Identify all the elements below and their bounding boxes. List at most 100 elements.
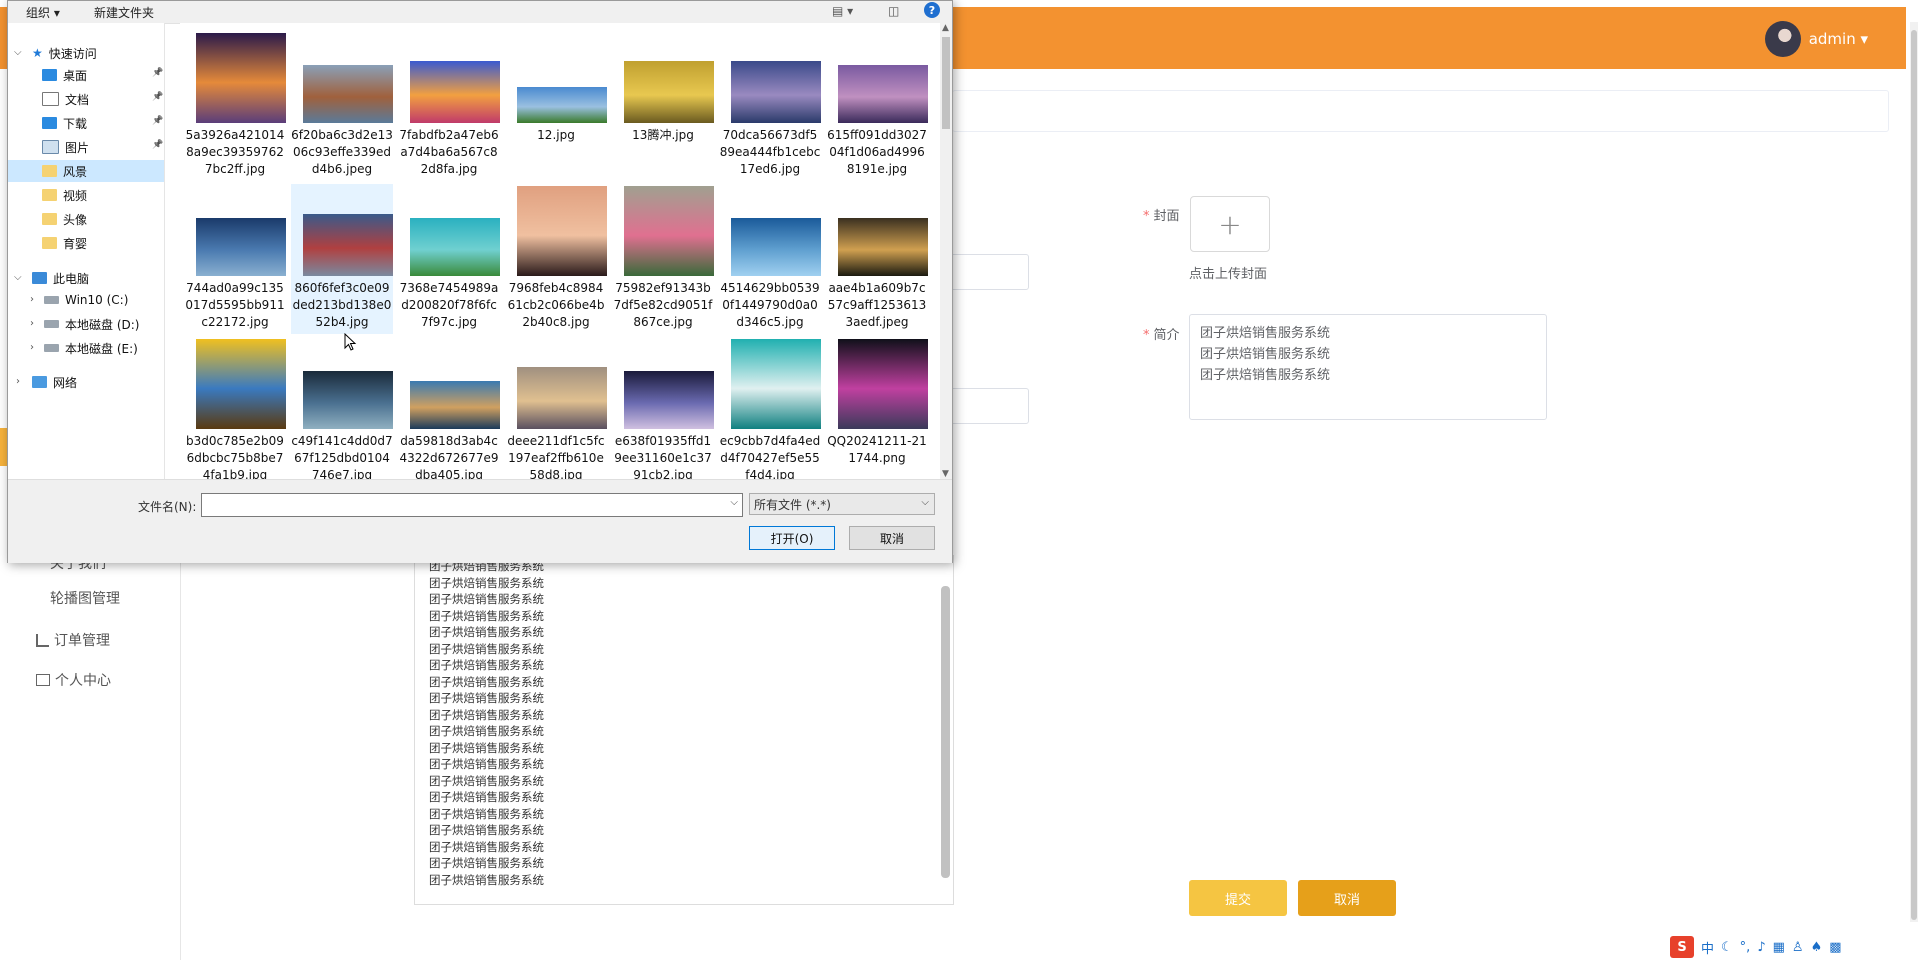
keyboard-icon[interactable]: ▦ [1773, 940, 1785, 955]
folder-icon [42, 213, 57, 225]
punct-icon[interactable]: °, [1740, 940, 1751, 955]
file-item[interactable]: 744ad0a99c135017d5595bb911c22172.jpg [184, 184, 286, 334]
chevron-down-icon[interactable]: ⌵ [14, 272, 22, 283]
file-item[interactable]: 12.jpg [505, 31, 607, 181]
mic-icon[interactable]: ♪ [1757, 940, 1765, 955]
file-item[interactable]: 615ff091dd302704f1d06ad49968191e.jpg [826, 31, 928, 181]
sogou-icon[interactable]: S [1670, 936, 1694, 958]
nav-item[interactable]: 头像 [8, 208, 164, 230]
file-item[interactable]: 6f20ba6c3d2e1306c93effe339edd4b6.jpeg [291, 31, 393, 181]
organize-menu[interactable]: 组织 ▾ [26, 4, 60, 21]
new-folder-button[interactable]: 新建文件夹 [94, 4, 154, 21]
submit-button[interactable]: 提交 [1189, 880, 1287, 916]
editor-scrollbar[interactable] [941, 586, 950, 878]
chevron-down-icon[interactable]: ⌵ [730, 497, 738, 508]
file-name: e638f01935ffd19ee31160e1c3791cb2.jpg [614, 434, 712, 479]
scrollbar-thumb[interactable] [942, 37, 950, 129]
file-item[interactable]: 70dca56673df589ea444fb1cebc17ed6.jpg [719, 31, 821, 181]
cancel-button[interactable]: 取消 [1298, 880, 1396, 916]
nav-drive[interactable]: 本地磁盘 (E:) [44, 337, 138, 359]
file-item[interactable]: 860f6fef3c0e09ded213bd138e052b4.jpg [291, 184, 393, 334]
file-item[interactable]: 7fabdfb2a47eb6a7d4ba6a567c82d8fa.jpg [398, 31, 500, 181]
nav-item[interactable]: 文档 [8, 88, 164, 110]
image-thumbnail [410, 61, 500, 123]
nav-item[interactable]: 图片 [8, 136, 164, 158]
pin-icon[interactable]: 📌 [152, 116, 163, 126]
nav-item[interactable]: 桌面 [8, 64, 164, 86]
scrollbar-thumb[interactable] [1911, 30, 1917, 920]
pin-icon[interactable]: 📌 [152, 68, 163, 78]
file-item[interactable]: 7368e7454989ad200820f78f6fc7f97c.jpg [398, 184, 500, 334]
preview-pane-icon[interactable]: ◫ [888, 4, 899, 18]
nav-network[interactable]: 网络 [32, 371, 77, 393]
chevron-down-icon[interactable]: ⌵ [14, 47, 22, 58]
drive-icon [44, 320, 59, 328]
file-open-dialog: 组织 ▾ 新建文件夹 ▤ ▾ ◫ ? ⌵ ★ 快速访问 桌面 📌 文档 📌 下载 📌 图片 📌 风… [7, 0, 953, 563]
moon-icon[interactable]: ☾ [1721, 940, 1733, 955]
file-item[interactable]: da59818d3ab4c4322d672677e9dba405.jpg [398, 337, 500, 479]
chevron-right-icon[interactable]: › [30, 294, 34, 305]
nav-item[interactable]: 下载 [8, 112, 164, 134]
chevron-right-icon[interactable]: › [16, 376, 20, 387]
file-name: 4514629bb05390f1449790d0a0d346c5.jpg [720, 281, 820, 329]
grid-icon[interactable]: ▩ [1829, 940, 1841, 955]
nav-quick-access[interactable]: ★ 快速访问 [32, 42, 97, 64]
filetype-select[interactable]: 所有文件 (*.*) ⌵ [749, 493, 935, 515]
shirt-icon[interactable]: ♠ [1811, 940, 1823, 955]
scroll-down-icon[interactable]: ▼ [942, 469, 949, 479]
cover-upload-button[interactable]: + [1190, 196, 1270, 252]
file-list-scrollbar[interactable]: ▲ ▼ [940, 23, 952, 479]
file-item[interactable]: 13腾冲.jpg [612, 31, 714, 181]
nav-this-pc[interactable]: 此电脑 [32, 267, 89, 289]
file-item[interactable]: e638f01935ffd19ee31160e1c3791cb2.jpg [612, 337, 714, 479]
file-item[interactable]: 4514629bb05390f1449790d0a0d346c5.jpg [719, 184, 821, 334]
chevron-right-icon[interactable]: › [30, 342, 34, 353]
nav-item-label: 风景 [63, 164, 88, 179]
ime-mode-icon[interactable]: 中 [1701, 938, 1714, 957]
nav-drive-label: 本地磁盘 (E:) [65, 341, 138, 356]
editor-line: 团子烘焙销售服务系统 [429, 592, 544, 606]
folder-icon [42, 237, 57, 249]
file-item[interactable]: b3d0c785e2b096dbcbc75b8be74fa1b9.jpg [184, 337, 286, 479]
image-thumbnail [624, 186, 714, 276]
file-name: 615ff091dd302704f1d06ad49968191e.jpg [827, 128, 927, 176]
pin-icon[interactable]: 📌 [152, 140, 163, 150]
user-menu[interactable]: admin ▾ [1764, 20, 1868, 58]
file-item[interactable]: aae4b1a609b7c57c9aff12536133aedf.jpeg [826, 184, 928, 334]
file-item[interactable]: c49f141c4dd0d767f125dbd0104746e7.jpg [291, 337, 393, 479]
nav-drive-label: Win10 (C:) [65, 293, 129, 307]
file-item[interactable]: 5a3926a4210148a9ec393597627bc2ff.jpg [184, 31, 286, 181]
image-thumbnail [410, 381, 500, 429]
nav-drive[interactable]: 本地磁盘 (D:) [44, 313, 139, 335]
image-thumbnail [838, 218, 928, 276]
open-button[interactable]: 打开(O) [749, 526, 835, 550]
nav-item[interactable]: 育婴 [8, 232, 164, 254]
dialog-cancel-button[interactable]: 取消 [849, 526, 935, 550]
filename-input[interactable]: ⌵ [201, 493, 743, 517]
cover-label: * 封面 [1143, 209, 1180, 224]
sidebar-item-carousel[interactable]: 轮播图管理 [50, 588, 120, 608]
file-item[interactable]: 75982ef91343b7df5e82cd9051f867ce.jpg [612, 184, 714, 334]
sidebar-item-profile[interactable]: 个人中心 [36, 670, 111, 690]
editor-content: 团子烘焙销售服务系统 团子烘焙销售服务系统 团子烘焙销售服务系统 团子烘焙销售服务系统… [429, 558, 544, 888]
page-scrollbar[interactable] [1910, 22, 1918, 922]
file-item[interactable]: ec9cbb7d4fa4edd4f70427ef5e55f4d4.jpg [719, 337, 821, 479]
file-item[interactable]: QQ20241211-211744.png [826, 337, 928, 479]
chevron-right-icon[interactable]: › [30, 318, 34, 329]
chevron-down-icon[interactable]: ⌵ [921, 497, 929, 508]
scroll-up-icon[interactable]: ▲ [942, 23, 949, 33]
nav-item[interactable]: 风景 [8, 160, 164, 182]
file-item[interactable]: 7968feb4c898461cb2c066be4b2b40c8.jpg [505, 184, 607, 334]
intro-textarea[interactable]: 团子烘焙销售服务系统 团子烘焙销售服务系统 团子烘焙销售服务系统 [1189, 314, 1547, 420]
view-options-icon[interactable]: ▤ ▾ [832, 4, 853, 18]
pin-icon[interactable]: 📌 [152, 92, 163, 102]
sidebar-item-orders[interactable]: 订单管理 [36, 630, 110, 650]
download-icon [42, 117, 57, 129]
rich-text-editor[interactable]: 团子烘焙销售服务系统 团子烘焙销售服务系统 团子烘焙销售服务系统 团子烘焙销售服务系统… [414, 555, 954, 905]
user-icon[interactable]: ♙ [1792, 940, 1804, 955]
help-icon[interactable]: ? [924, 2, 940, 18]
upload-hint: 点击上传封面 [1189, 267, 1268, 282]
nav-item[interactable]: 视频 [8, 184, 164, 206]
file-item[interactable]: deee211df1c5fc197eaf2ffb610e58d8.jpg [505, 337, 607, 479]
nav-drive[interactable]: Win10 (C:) [44, 289, 128, 311]
